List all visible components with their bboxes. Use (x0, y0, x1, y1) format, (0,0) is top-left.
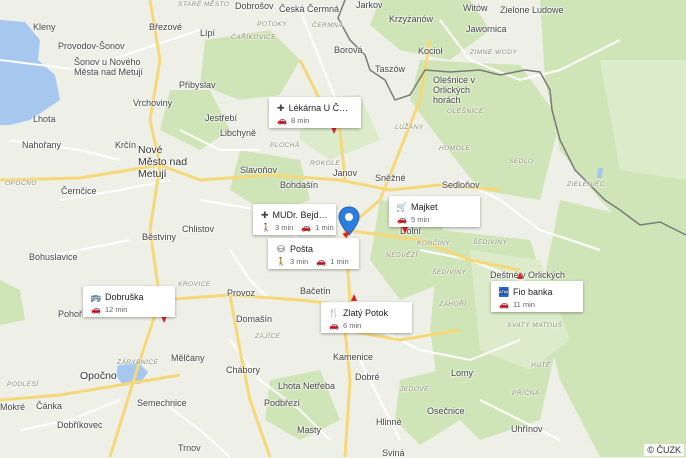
direction-arrow (161, 316, 167, 323)
poi-travel-time: 12 min (104, 305, 128, 314)
poi-name: Zlatý Potok (343, 308, 389, 318)
bank-icon: 🏧 (499, 287, 510, 297)
car-icon: 🚗 (301, 223, 312, 232)
car-icon: 🚗 (91, 305, 101, 314)
restaurant-icon: 🍴 (329, 308, 340, 318)
poi-card-zlaty-potok[interactable]: 🍴 Zlatý Potok 🚗 6 min (321, 302, 412, 333)
direction-arrow (331, 127, 337, 134)
poi-name: Dobruška (105, 292, 144, 302)
poi-name: MUDr. Bejda Josef (272, 210, 328, 220)
direction-arrow (517, 272, 523, 279)
poi-travel-time: 3 min (274, 223, 294, 232)
poi-card-mudr[interactable]: ✚MUDr. Bejda Josef 🚶3 min 🚗1 min (253, 204, 336, 235)
shopping-cart-icon: 🛒 (397, 202, 408, 212)
poi-card-lekarna[interactable]: ✚Lékárna U Černém… 🚗8 min (269, 97, 361, 128)
post-office-icon: ⛁ (277, 244, 285, 254)
poi-travel-time: 3 min (289, 257, 309, 266)
poi-travel-time: 6 min (342, 321, 362, 330)
poi-name: Majket (411, 202, 438, 212)
poi-card-fio-banka[interactable]: 🏧 Fio banka 🚗 11 min (491, 281, 583, 312)
car-icon: 🚗 (277, 116, 287, 125)
poi-travel-time: 11 min (512, 300, 535, 309)
direction-arrow (351, 294, 357, 301)
poi-name: Pošta (290, 244, 314, 254)
car-icon: 🚗 (316, 257, 327, 266)
car-icon: 🚗 (397, 215, 407, 224)
pharmacy-icon: ✚ (277, 103, 285, 113)
car-icon: 🚗 (499, 300, 509, 309)
bus-icon: 🚌 (91, 292, 102, 302)
poi-travel-time: 8 min (290, 116, 310, 125)
direction-arrow (402, 227, 408, 234)
car-icon: 🚗 (329, 321, 339, 330)
medical-icon: ✚ (261, 210, 269, 220)
poi-card-dobruska[interactable]: 🚌 Dobruška 🚗 12 min (83, 286, 175, 317)
poi-name: Fio banka (513, 287, 553, 297)
poi-card-posta[interactable]: ⛁ Pošta 🚶 3 min 🚗 1 min (268, 238, 359, 269)
poi-name: Lékárna U Černém… (288, 103, 353, 113)
map-attribution[interactable]: © ČUZK (644, 444, 684, 456)
walk-icon: 🚶 (261, 223, 271, 232)
poi-travel-time: 5 min (410, 215, 430, 224)
poi-travel-time: 1 min (315, 223, 334, 232)
poi-card-majket[interactable]: 🛒 Majket 🚗 5 min (389, 196, 480, 227)
walk-icon: 🚶 (276, 257, 286, 266)
poi-travel-time: 1 min (330, 257, 349, 266)
